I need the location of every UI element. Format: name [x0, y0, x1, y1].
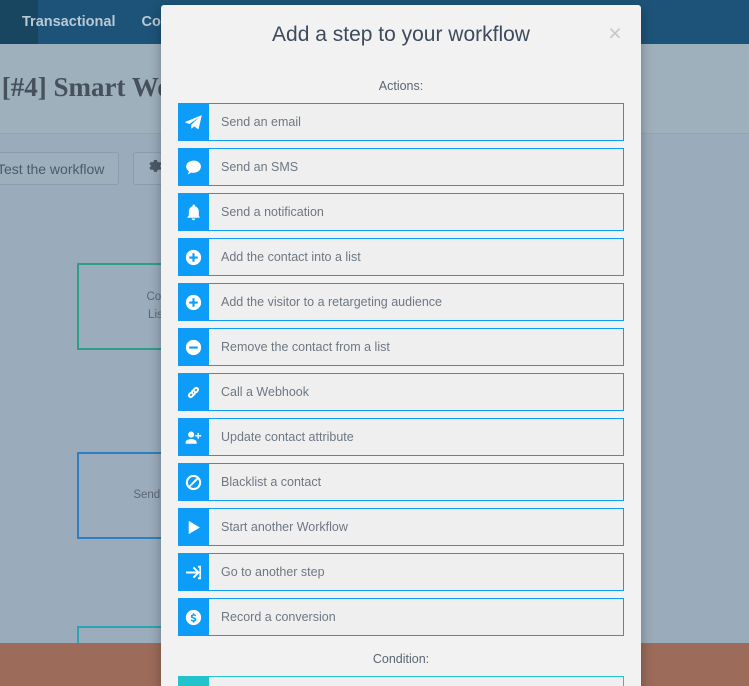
close-icon[interactable]: × — [601, 19, 629, 47]
action-label: Add the visitor to a retargeting audienc… — [209, 283, 624, 321]
plus-circle-icon — [178, 283, 209, 321]
test-the-workflow-button[interactable]: Test the workflow — [0, 152, 120, 185]
action-label: Remove the contact from a list — [209, 328, 624, 366]
condition-section-label: Condition: — [372, 652, 430, 666]
action-call-a-webhook[interactable]: Call a Webhook — [178, 373, 624, 411]
play-icon — [178, 508, 209, 546]
ban-circle-icon — [178, 463, 209, 501]
modal-header: Add a step to your workflow × — [161, 5, 641, 67]
action-remove-the-contact-from-a-list[interactable]: Remove the contact from a list — [178, 328, 624, 366]
action-send-a-notification[interactable]: Send a notification — [178, 193, 624, 231]
navbar-items: Transactional Cont — [22, 0, 175, 44]
add-step-modal: Add a step to your workflow × Actions: S… — [161, 5, 641, 686]
action-label: Go to another step — [209, 553, 624, 591]
actions-list: Send an email Send an SMS Send a notific… — [161, 103, 641, 636]
action-label: Send an email — [209, 103, 624, 141]
action-label: Send a notification — [209, 193, 624, 231]
action-blacklist-a-contact[interactable]: Blacklist a contact — [178, 463, 624, 501]
action-label: Update contact attribute — [209, 418, 624, 456]
conditions-list — [161, 676, 641, 686]
action-update-contact-attribute[interactable]: Update contact attribute — [178, 418, 624, 456]
action-send-an-sms[interactable]: Send an SMS — [178, 148, 624, 186]
actions-section-label: Actions: — [378, 79, 424, 93]
action-label: Record a conversion — [209, 598, 624, 636]
condition-label — [209, 676, 624, 686]
action-start-another-workflow[interactable]: Start another Workflow — [178, 508, 624, 546]
action-go-to-another-step[interactable]: Go to another step — [178, 553, 624, 591]
modal-title: Add a step to your workflow — [272, 23, 530, 46]
plus-circle-icon — [178, 238, 209, 276]
action-label: Send an SMS — [209, 148, 624, 186]
action-record-a-conversion[interactable]: Record a conversion — [178, 598, 624, 636]
link-chain-icon — [178, 373, 209, 411]
nav-item-transactional[interactable]: Transactional — [22, 14, 115, 30]
minus-circle-icon — [178, 328, 209, 366]
user-plus-icon — [178, 418, 209, 456]
action-label: Add the contact into a list — [209, 238, 624, 276]
bell-icon — [178, 193, 209, 231]
action-add-the-visitor-to-a-retargeting-audience[interactable]: Add the visitor to a retargeting audienc… — [178, 283, 624, 321]
action-label: Blacklist a contact — [209, 463, 624, 501]
action-add-the-contact-into-a-list[interactable]: Add the contact into a list — [178, 238, 624, 276]
condition-row[interactable] — [178, 676, 624, 686]
paper-plane-icon — [178, 103, 209, 141]
action-label: Start another Workflow — [209, 508, 624, 546]
sign-in-arrow-icon — [178, 553, 209, 591]
action-label: Call a Webhook — [209, 373, 624, 411]
comment-bubble-icon — [178, 148, 209, 186]
action-send-an-email[interactable]: Send an email — [178, 103, 624, 141]
condition-icon — [178, 676, 209, 686]
dollar-circle-icon — [178, 598, 209, 636]
